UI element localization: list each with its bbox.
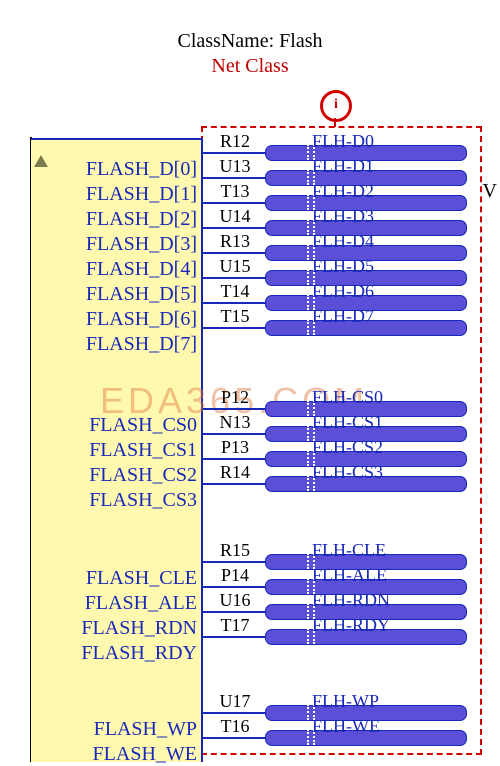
pin-label[interactable]: FLASH_WP: [94, 717, 197, 741]
pin-designator: P12: [210, 388, 260, 406]
pin-wire[interactable]: [203, 712, 265, 714]
pin-designator: N13: [210, 413, 260, 431]
pin-wire[interactable]: [203, 458, 265, 460]
pin-wire[interactable]: [203, 561, 265, 563]
pin-wire[interactable]: [203, 611, 265, 613]
pin-wire[interactable]: [203, 636, 265, 638]
pin-label[interactable]: FLASH_D[7]: [86, 332, 197, 356]
pin-designator: T17: [210, 616, 260, 634]
pin-label[interactable]: FLASH_CS2: [89, 463, 197, 487]
pin-wire[interactable]: [203, 252, 265, 254]
pin-designator: U17: [210, 692, 260, 710]
sheet-border-left: [0, 137, 32, 762]
pin-label[interactable]: FLASH_CS0: [89, 413, 197, 437]
pin-label[interactable]: FLASH_CS1: [89, 438, 197, 462]
pin-label[interactable]: FLASH_D[4]: [86, 257, 197, 281]
pin-designator: R13: [210, 232, 260, 250]
pin-designator: U16: [210, 591, 260, 609]
pin-designator: U14: [210, 207, 260, 225]
net-name[interactable]: FLH-CS3: [312, 463, 383, 481]
net-name[interactable]: FLH-CS1: [312, 413, 383, 431]
pin-label[interactable]: FLASH_WE: [93, 742, 197, 766]
net-name[interactable]: FLH-D6: [312, 282, 374, 300]
pin-wire[interactable]: [203, 152, 265, 154]
pin-label[interactable]: FLASH_D[3]: [86, 232, 197, 256]
pin-designator: R14: [210, 463, 260, 481]
net-name[interactable]: FLH-RDN: [312, 591, 390, 609]
net-name[interactable]: FLH-D1: [312, 157, 374, 175]
classname-text: ClassName: Flash: [0, 30, 500, 53]
pin-designator: U13: [210, 157, 260, 175]
net-name[interactable]: FLH-D7: [312, 307, 374, 325]
pin-wire[interactable]: [203, 483, 265, 485]
net-name[interactable]: FLH-CS0: [312, 388, 383, 406]
pin-wire[interactable]: [203, 433, 265, 435]
right-cutoff-label: V: [483, 180, 497, 203]
pin-wire[interactable]: [203, 327, 265, 329]
pin-designator: P13: [210, 438, 260, 456]
pin-label[interactable]: FLASH_CS3: [89, 488, 197, 512]
pin-wire[interactable]: [203, 586, 265, 588]
net-name[interactable]: FLH-D0: [312, 132, 374, 150]
pin-designator: T15: [210, 307, 260, 325]
pin-label[interactable]: FLASH_D[2]: [86, 207, 197, 231]
pin-designator: U15: [210, 257, 260, 275]
pin-label[interactable]: FLASH_RDY: [81, 641, 197, 665]
net-name[interactable]: FLH-RDY: [312, 616, 390, 634]
pin-wire[interactable]: [203, 408, 265, 410]
pin-designator: T16: [210, 717, 260, 735]
pin-wire[interactable]: [203, 202, 265, 204]
netclass-title: ClassName: Flash Net Class: [0, 30, 500, 78]
pin-wire[interactable]: [203, 737, 265, 739]
net-name[interactable]: FLH-WP: [312, 692, 379, 710]
net-name[interactable]: FLH-D3: [312, 207, 374, 225]
net-name[interactable]: FLH-D4: [312, 232, 374, 250]
pin-designator: T14: [210, 282, 260, 300]
pin-wire[interactable]: [203, 302, 265, 304]
pin-label[interactable]: FLASH_D[6]: [86, 307, 197, 331]
pin-designator: R15: [210, 541, 260, 559]
pin-label[interactable]: FLASH_D[5]: [86, 282, 197, 306]
pin-label[interactable]: FLASH_CLE: [86, 566, 197, 590]
net-name[interactable]: FLH-D5: [312, 257, 374, 275]
net-name[interactable]: FLH-WE: [312, 717, 380, 735]
net-name[interactable]: FLH-ALE: [312, 566, 387, 584]
pin-wire[interactable]: [203, 277, 265, 279]
pin-label[interactable]: FLASH_D[1]: [86, 182, 197, 206]
pin-designator: T13: [210, 182, 260, 200]
pin-label[interactable]: FLASH_ALE: [85, 591, 197, 615]
netclass-text: Net Class: [0, 55, 500, 78]
pin-designator: P14: [210, 566, 260, 584]
pin1-triangle-icon: [34, 155, 48, 167]
pin-designator: R12: [210, 132, 260, 150]
net-name[interactable]: FLH-D2: [312, 182, 374, 200]
info-marker-stem: [334, 118, 336, 127]
pin-label[interactable]: FLASH_RDN: [81, 616, 197, 640]
net-name[interactable]: FLH-CLE: [312, 541, 386, 559]
net-name[interactable]: FLH-CS2: [312, 438, 383, 456]
pin-wire[interactable]: [203, 177, 265, 179]
info-marker-icon[interactable]: i: [320, 90, 352, 122]
pin-wire[interactable]: [203, 227, 265, 229]
pin-label[interactable]: FLASH_D[0]: [86, 157, 197, 181]
